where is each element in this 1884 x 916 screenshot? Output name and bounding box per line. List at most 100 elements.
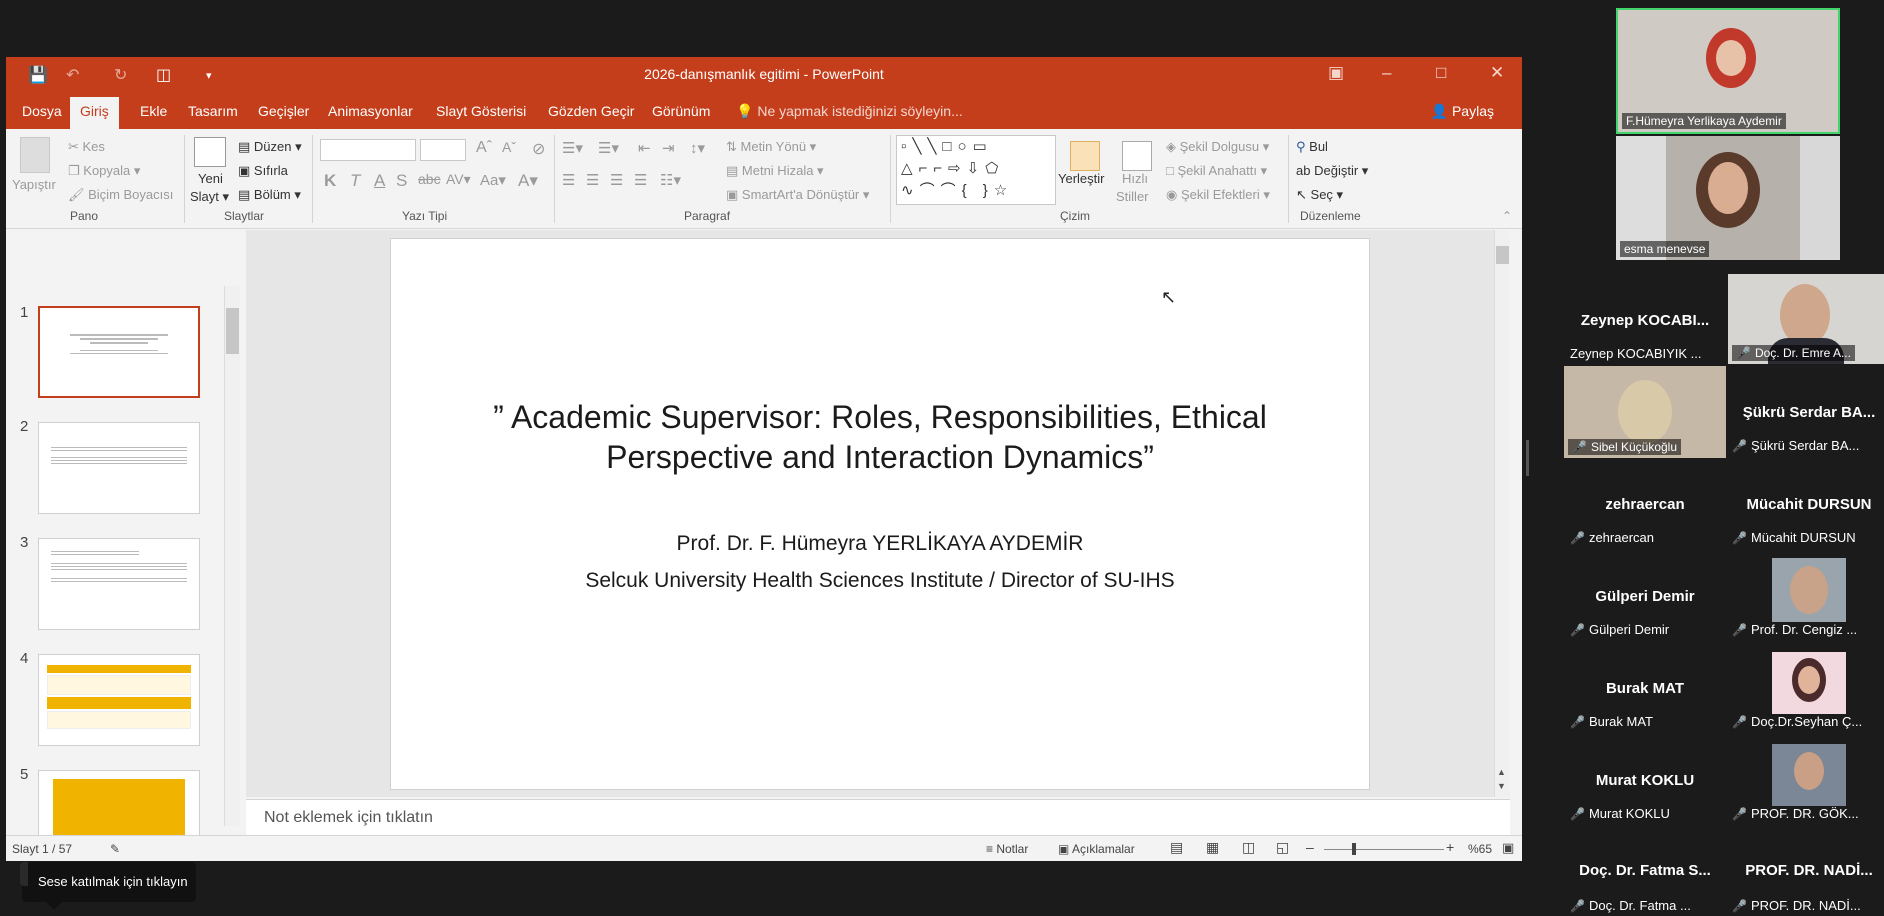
- slide-canvas[interactable]: ” Academic Supervisor: Roles, Responsibi…: [390, 238, 1370, 790]
- quick-styles-button[interactable]: Hızlı: [1122, 171, 1148, 186]
- close-icon[interactable]: ✕: [1490, 63, 1504, 83]
- minimize-icon[interactable]: –: [1382, 63, 1391, 83]
- justify-icon[interactable]: ☰: [634, 171, 647, 189]
- window-blinds: [1800, 136, 1840, 260]
- spellcheck-icon[interactable]: ✎: [110, 842, 120, 856]
- zoom-out-icon[interactable]: –: [1306, 839, 1314, 855]
- slide-sorter-icon[interactable]: ▦: [1206, 839, 1219, 856]
- format-painter-button[interactable]: 🖌 Biçim Boyacısı: [68, 187, 173, 203]
- new-slide-button-label[interactable]: Slayt ▾: [190, 189, 229, 205]
- shrink-font-button[interactable]: Aˇ: [502, 139, 516, 155]
- tell-me-search[interactable]: 💡 Ne yapmak istediğinizi söyleyin...: [736, 103, 963, 120]
- slide-institute[interactable]: Selcuk University Health Sciences Instit…: [391, 569, 1369, 593]
- font-size-input[interactable]: [420, 139, 466, 161]
- align-text-button[interactable]: ▤ Metni Hizala ▾: [726, 163, 824, 179]
- align-left-icon[interactable]: ☰: [562, 171, 575, 189]
- quick-styles-button-label[interactable]: Stiller: [1116, 189, 1149, 204]
- tab-gozden-gecir[interactable]: Gözden Geçir: [548, 103, 634, 119]
- bullets-icon[interactable]: ☰▾: [562, 139, 583, 157]
- participant-video-active[interactable]: F.Hümeyra Yerlikaya Aydemir: [1616, 8, 1840, 134]
- participant-video[interactable]: esma menevse: [1616, 136, 1840, 260]
- arrange-button[interactable]: Yerleştir: [1058, 171, 1104, 186]
- new-slide-button[interactable]: Yeni: [198, 171, 223, 186]
- comments-toggle[interactable]: ▣ Açıklamalar: [1058, 842, 1135, 856]
- participant-video[interactable]: 🎤 Sibel Küçükoğlu: [1564, 366, 1726, 458]
- panel-resize-handle[interactable]: [1526, 440, 1529, 476]
- participant-label: 🎤 zehraercan: [1570, 530, 1654, 545]
- notes-placeholder[interactable]: Not eklemek için tıklatın: [264, 809, 433, 827]
- replace-button[interactable]: ab Değiştir ▾: [1296, 163, 1368, 179]
- join-audio-tooltip[interactable]: Sese katılmak için tıklayın: [22, 862, 196, 902]
- share-button[interactable]: 👤 Paylaş: [1431, 103, 1494, 120]
- change-case-button[interactable]: Aa▾: [480, 171, 506, 189]
- tab-giris[interactable]: Giriş: [70, 97, 119, 129]
- scroll-thumb[interactable]: [226, 308, 239, 354]
- slide-author[interactable]: Prof. Dr. F. Hümeyra YERLİKAYA AYDEMİR: [391, 532, 1369, 556]
- font-family-input[interactable]: [320, 139, 416, 161]
- char-spacing-button[interactable]: AV▾: [446, 171, 471, 188]
- font-color-button[interactable]: A▾: [518, 171, 538, 191]
- thumbnail-slide-2[interactable]: [38, 422, 200, 514]
- tab-tasarim[interactable]: Tasarım: [188, 103, 238, 119]
- tab-dosya[interactable]: Dosya: [22, 103, 62, 119]
- italic-button[interactable]: T: [350, 171, 360, 191]
- scroll-thumb[interactable]: [1496, 246, 1509, 264]
- collapse-ribbon-icon[interactable]: ⌃: [1502, 209, 1512, 223]
- tab-slayt-gosterisi[interactable]: Slayt Gösterisi: [436, 103, 526, 119]
- slide-scrollbar[interactable]: ▲ ▼: [1494, 230, 1510, 797]
- copy-button[interactable]: ❐ Kopyala ▾: [68, 163, 140, 179]
- ribbon-separator: [554, 135, 555, 223]
- mic-muted-icon: 🎤: [1572, 440, 1587, 454]
- zoom-in-icon[interactable]: +: [1446, 839, 1454, 855]
- zoom-slider-thumb[interactable]: [1352, 843, 1356, 855]
- notes-pane[interactable]: Not eklemek için tıklatın: [246, 799, 1510, 835]
- text-direction-button[interactable]: ⇅ Metin Yönü ▾: [726, 139, 816, 155]
- thumbnail-slide-1[interactable]: [38, 306, 200, 398]
- section-button[interactable]: ▤ Bölüm ▾: [238, 187, 301, 203]
- slide-title[interactable]: ” Academic Supervisor: Roles, Responsibi…: [451, 397, 1309, 477]
- thumbnail-scrollbar[interactable]: [224, 286, 240, 826]
- align-right-icon[interactable]: ☰: [610, 171, 623, 189]
- tab-gecisler[interactable]: Geçişler: [258, 103, 309, 119]
- shapes-gallery[interactable]: ▫╲╲□○▭ △⌐⌐⇨⇩⬠ ∿⌒⌒{ }☆: [896, 135, 1056, 205]
- align-center-icon[interactable]: ☰: [586, 171, 599, 189]
- ribbon-display-icon[interactable]: ▣: [1328, 63, 1344, 83]
- strikethrough-button[interactable]: abc: [418, 171, 441, 187]
- paste-button[interactable]: Yapıştır: [12, 177, 56, 192]
- normal-view-icon[interactable]: ▤: [1170, 839, 1183, 856]
- cursor-icon: ↖: [1296, 187, 1307, 202]
- fit-to-window-icon[interactable]: ▣: [1502, 840, 1514, 856]
- tab-ekle[interactable]: Ekle: [140, 103, 167, 119]
- smartart-button[interactable]: ▣ SmartArt'a Dönüştür ▾: [726, 187, 869, 203]
- zoom-slider[interactable]: [1324, 849, 1444, 850]
- thumbnail-slide-3[interactable]: [38, 538, 200, 630]
- notes-toggle[interactable]: ≡ Notlar: [986, 842, 1028, 856]
- shape-fill-button[interactable]: ◈ Şekil Dolgusu ▾: [1166, 139, 1269, 155]
- maximize-icon[interactable]: □: [1436, 63, 1446, 83]
- slideshow-icon[interactable]: ◱: [1276, 839, 1289, 856]
- select-button[interactable]: ↖ Seç ▾: [1296, 187, 1343, 203]
- tab-gorunum[interactable]: Görünüm: [652, 103, 710, 119]
- layout-button[interactable]: ▤ Düzen ▾: [238, 139, 302, 155]
- prev-next-slide-icon[interactable]: ▲ ▼: [1497, 765, 1506, 793]
- increase-indent-icon[interactable]: ⇥: [662, 139, 675, 157]
- shape-outline-button[interactable]: □ Şekil Anahattı ▾: [1166, 163, 1267, 179]
- numbering-icon[interactable]: ☰▾: [598, 139, 619, 157]
- columns-icon[interactable]: ☷▾: [660, 171, 681, 189]
- reading-view-icon[interactable]: ◫: [1242, 839, 1255, 856]
- thumbnail-slide-4[interactable]: [38, 654, 200, 746]
- bold-button[interactable]: K: [324, 171, 336, 191]
- shape-effects-button[interactable]: ◉ Şekil Efektleri ▾: [1166, 187, 1270, 203]
- shadow-button[interactable]: S: [396, 171, 407, 191]
- clear-format-icon[interactable]: ⊘: [532, 139, 545, 159]
- cut-button[interactable]: ✂ Kes: [68, 139, 105, 155]
- participant-video[interactable]: 🎤 Doç. Dr. Emre A...: [1728, 274, 1884, 364]
- grow-font-button[interactable]: Aˆ: [476, 139, 492, 157]
- line-spacing-icon[interactable]: ↕▾: [690, 139, 705, 157]
- tab-animasyonlar[interactable]: Animasyonlar: [328, 103, 413, 119]
- find-button[interactable]: ⚲ Bul: [1296, 139, 1328, 155]
- zoom-level[interactable]: %65: [1468, 842, 1492, 856]
- reset-button[interactable]: ▣ Sıfırla: [238, 163, 288, 179]
- decrease-indent-icon[interactable]: ⇤: [638, 139, 651, 157]
- underline-button[interactable]: A: [374, 171, 385, 191]
